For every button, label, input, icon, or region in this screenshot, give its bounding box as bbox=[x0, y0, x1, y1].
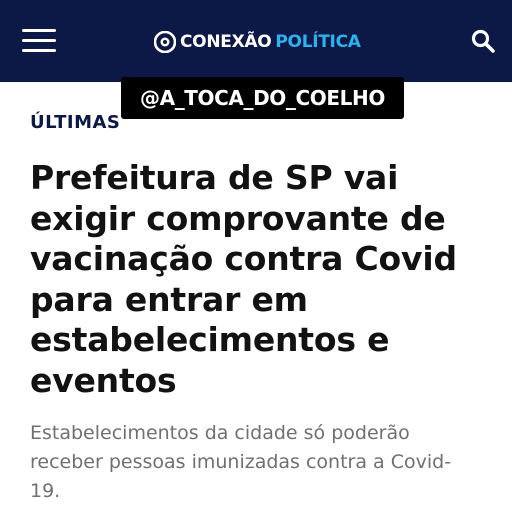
menu-line bbox=[22, 49, 56, 52]
hamburger-menu-icon[interactable] bbox=[22, 29, 58, 53]
top-navigation-bar: CONEXÃO POLÍTICA bbox=[0, 0, 512, 82]
article-title[interactable]: Prefeitura de SP vai exigir comprovante … bbox=[30, 158, 500, 401]
conexao-politica-logo-icon bbox=[154, 31, 176, 53]
brand-name-part1: CONEXÃO bbox=[180, 32, 272, 52]
menu-line bbox=[22, 29, 56, 32]
menu-line bbox=[22, 39, 56, 42]
search-icon[interactable] bbox=[470, 28, 496, 54]
site-logo[interactable]: CONEXÃO POLÍTICA bbox=[154, 29, 361, 55]
brand-name-part2: POLÍTICA bbox=[275, 32, 361, 52]
article-subtitle: Estabelecimentos da cidade só poderão re… bbox=[30, 422, 452, 502]
watermark-overlay: @A_TOCA_DO_COELHO bbox=[121, 77, 404, 119]
category-label[interactable]: ÚLTIMAS bbox=[30, 112, 120, 133]
